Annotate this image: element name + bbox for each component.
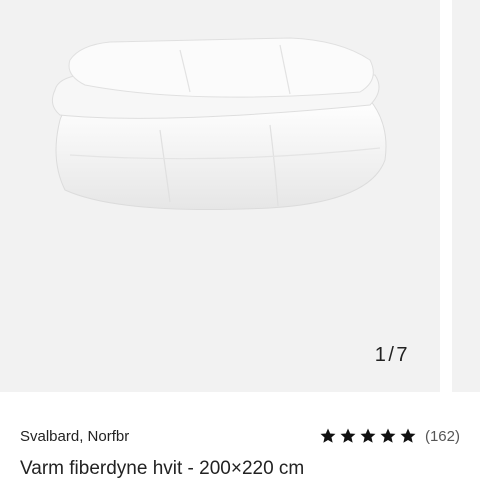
star-icon: [340, 428, 356, 443]
counter-separator: /: [388, 344, 395, 366]
star-icon: [360, 428, 376, 443]
rating[interactable]: (162): [319, 427, 460, 445]
seller-location: Svalbard, Norfbr: [20, 427, 130, 445]
seller-rating-row: Svalbard, Norfbr (162): [20, 424, 460, 448]
star-icon: [380, 428, 396, 443]
review-count: (162): [424, 427, 460, 445]
product-image: [51, 37, 387, 211]
star-icon: [320, 428, 336, 443]
product-title: Varm fiberdyne hvit - 200×220 cm: [20, 458, 305, 479]
star-icon: [400, 428, 416, 443]
counter-current: 1: [374, 344, 387, 366]
gallery-slide-current[interactable]: 1/7: [0, 0, 440, 392]
counter-total: 7: [396, 344, 408, 366]
gallery-slide-next[interactable]: [452, 0, 480, 392]
image-counter: 1/7: [375, 344, 408, 367]
image-gallery[interactable]: 1/7: [0, 0, 480, 392]
